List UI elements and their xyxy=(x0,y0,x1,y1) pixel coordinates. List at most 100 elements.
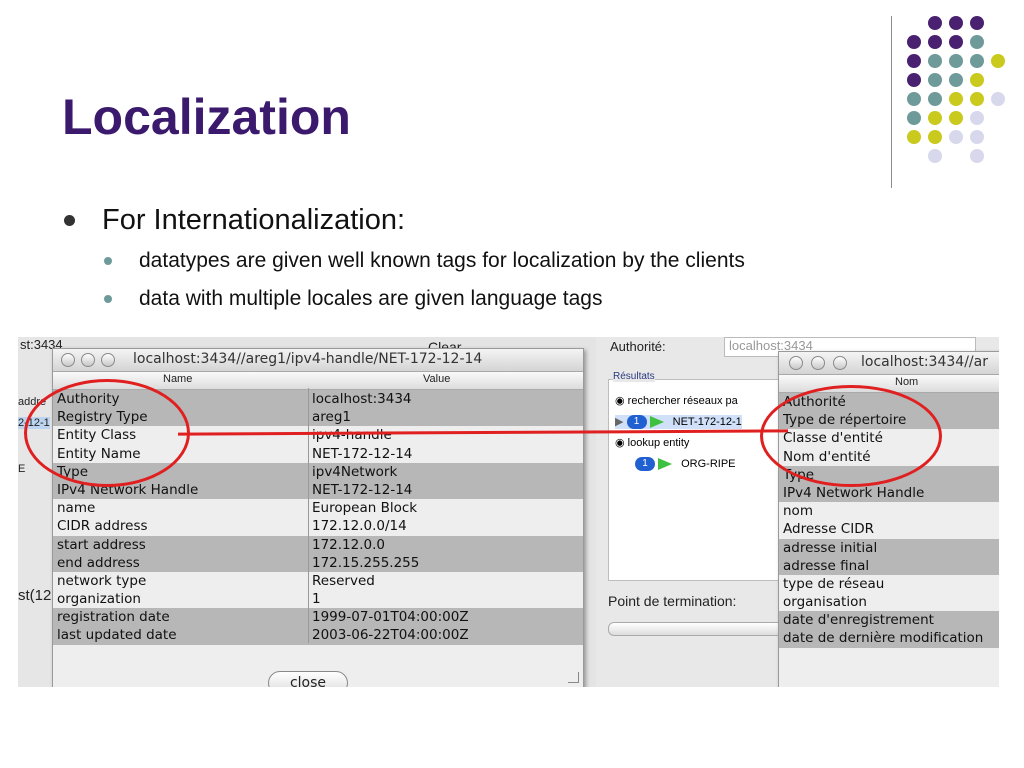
green-arrow-icon xyxy=(649,416,664,429)
minimize-window-icon[interactable] xyxy=(81,353,95,367)
property-name: Adresse CIDR xyxy=(783,521,874,538)
decorative-dot xyxy=(949,130,963,144)
results-label: Résultats xyxy=(613,371,655,382)
decorative-dot xyxy=(970,16,984,30)
decorative-dot xyxy=(970,73,984,87)
annotation-ellipse-french xyxy=(760,385,942,487)
decorative-dot xyxy=(949,35,963,49)
decorative-dot xyxy=(928,16,942,30)
zoom-window-icon[interactable] xyxy=(833,356,847,370)
table-row[interactable]: organization 1 xyxy=(53,590,583,608)
property-value: 1 xyxy=(312,591,321,608)
decorative-dot xyxy=(970,149,984,163)
authority-label: Authorité: xyxy=(610,339,666,354)
table-row[interactable]: start address 172.12.0.0 xyxy=(53,535,583,554)
annotation-ellipse-english xyxy=(24,379,190,487)
window-titlebar[interactable]: localhost:3434//ar xyxy=(779,352,999,375)
decorative-dot xyxy=(970,111,984,125)
property-value: 172.12.0.0/14 xyxy=(312,518,407,535)
count-badge: 1 xyxy=(635,457,655,471)
table-row[interactable]: end address 172.15.255.255 xyxy=(53,553,583,572)
property-value: 1999-07-01T04:00:00Z xyxy=(312,609,469,626)
decorative-dot xyxy=(907,111,921,125)
column-divider xyxy=(308,388,309,643)
close-window-icon[interactable] xyxy=(61,353,75,367)
close-button[interactable]: close xyxy=(268,671,348,687)
decorative-dot xyxy=(949,111,963,125)
bullet-list: For Internationalization: datatypes are … xyxy=(62,198,1012,318)
table-row[interactable]: last updated date 2003-06-22T04:00:00Z xyxy=(53,626,583,645)
decorative-dot xyxy=(928,111,942,125)
property-value: NET-172-12-14 xyxy=(312,445,413,462)
zoom-window-icon[interactable] xyxy=(101,353,115,367)
table-row[interactable]: registration date 1999-07-01T04:00:00Z xyxy=(53,608,583,627)
column-header-name[interactable]: Name xyxy=(163,373,192,385)
table-row[interactable]: adresse initial xyxy=(779,538,999,557)
decorative-dot xyxy=(907,54,921,68)
bg-text-fragment-3: E xyxy=(18,463,26,475)
table-row[interactable]: date de dernière modification xyxy=(779,629,999,648)
minimize-window-icon[interactable] xyxy=(811,356,825,370)
binoculars-icon: ◉ xyxy=(615,437,625,449)
table-row[interactable]: Adresse CIDR xyxy=(779,520,999,538)
table-row[interactable]: nom xyxy=(779,502,999,520)
table-row[interactable]: IPv4 Network Handle xyxy=(779,483,999,503)
property-value: European Block xyxy=(312,500,418,517)
table-row[interactable]: adresse final xyxy=(779,556,999,575)
decorative-dot xyxy=(949,54,963,68)
decorative-dot xyxy=(991,54,1005,68)
table-row[interactable]: CIDR address 172.12.0.0/14 xyxy=(53,517,583,535)
decorative-dot xyxy=(970,130,984,144)
table-row[interactable]: date d'enregistrement xyxy=(779,611,999,630)
property-name: IPv4 Network Handle xyxy=(783,484,925,501)
table-row[interactable]: name European Block xyxy=(53,499,583,517)
property-value: NET-172-12-14 xyxy=(312,481,413,498)
decorative-dot xyxy=(949,73,963,87)
decorative-dot xyxy=(928,54,942,68)
property-value: 172.15.255.255 xyxy=(312,554,420,571)
property-name: CIDR address xyxy=(57,518,148,535)
property-value: areg1 xyxy=(312,409,351,426)
endpoint-label: Point de termination: xyxy=(608,593,737,609)
decorative-dot xyxy=(907,35,921,49)
bg-text-fragment-4: st(12 xyxy=(18,587,52,604)
decorative-dot xyxy=(928,73,942,87)
table-row[interactable]: type de réseau xyxy=(779,575,999,593)
progress-bar xyxy=(608,622,790,636)
table-row[interactable]: network type Reserved xyxy=(53,572,583,590)
window-titlebar[interactable]: localhost:3434//areg1/ipv4-handle/NET-17… xyxy=(53,349,583,372)
header-divider xyxy=(891,16,892,188)
screenshot-collage: st:3434 Clear addre 2-12-1 E st(12 Autho… xyxy=(18,337,999,687)
decorative-dot xyxy=(928,130,942,144)
result-item-search-networks[interactable]: ◉ rechercher réseaux pa xyxy=(615,394,738,407)
property-name: end address xyxy=(57,554,140,571)
property-name: type de réseau xyxy=(783,575,885,592)
result-child-org[interactable]: 1 ORG-RIPE xyxy=(635,457,736,471)
decorative-dot xyxy=(949,16,963,30)
window-title: localhost:3434//areg1/ipv4-handle/NET-17… xyxy=(133,351,483,367)
property-value: ipv4-handle xyxy=(312,427,392,444)
count-badge: 1 xyxy=(626,415,647,430)
column-header-value[interactable]: Value xyxy=(423,373,450,385)
table-row[interactable]: organisation xyxy=(779,593,999,611)
column-header-name[interactable]: Nom xyxy=(895,376,918,388)
decorative-dot xyxy=(907,130,921,144)
close-window-icon[interactable] xyxy=(789,356,803,370)
property-name: organization xyxy=(57,591,141,608)
property-name: adresse initial xyxy=(783,539,878,556)
decorative-dot xyxy=(991,92,1005,106)
decorative-dot xyxy=(970,54,984,68)
resize-grip-icon[interactable] xyxy=(568,672,579,683)
result-child-net[interactable]: ▶ 1 NET-172-12-1 xyxy=(615,415,742,430)
property-value: 2003-06-22T04:00:00Z xyxy=(312,627,469,644)
property-value: Reserved xyxy=(312,572,375,589)
property-name: start address xyxy=(57,536,146,553)
property-name: nom xyxy=(783,503,813,520)
result-item-lookup-entity[interactable]: ◉ lookup entity xyxy=(615,436,689,449)
property-value: ipv4Network xyxy=(312,463,398,480)
decorative-dot xyxy=(970,35,984,49)
bullet-internationalization: For Internationalization: xyxy=(62,198,1012,242)
property-name: network type xyxy=(57,572,147,589)
property-name: registration date xyxy=(57,609,170,626)
slide-title: Localization xyxy=(62,89,351,145)
